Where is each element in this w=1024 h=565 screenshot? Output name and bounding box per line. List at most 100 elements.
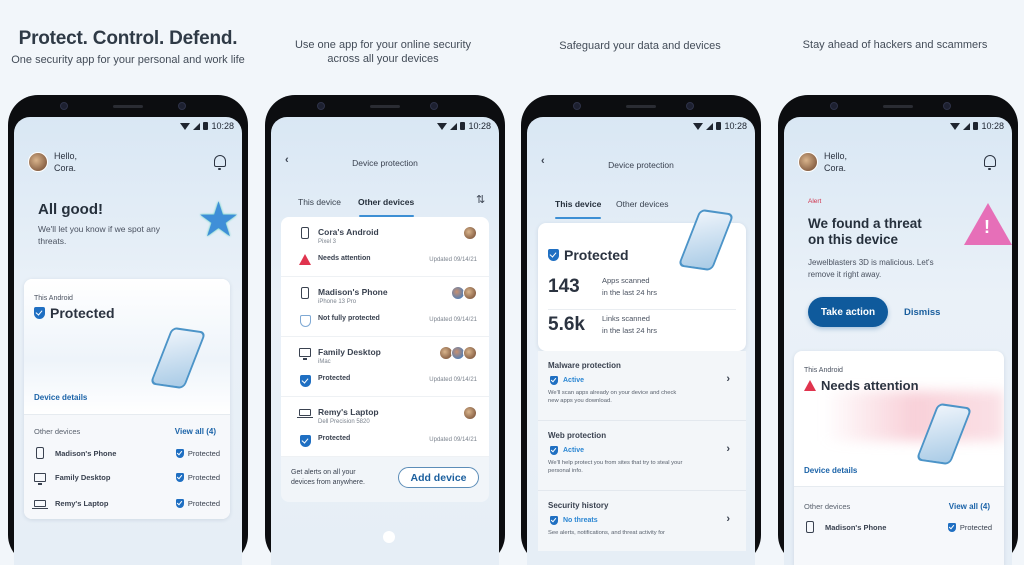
shield-check-icon [175,499,184,508]
speaker [883,105,913,108]
sensor [178,102,186,110]
member-avatar [463,286,477,300]
device-label: This Android [34,295,73,302]
device-status: Needs attention [318,255,371,262]
device-status: Protected [187,473,220,482]
desktop-icon [34,473,46,485]
avatar[interactable] [28,152,48,172]
hero-title: All good! [38,201,103,218]
shield-check-icon [548,249,559,261]
feature-description: We'll help protect you from sites that t… [548,460,683,474]
tab-other-devices[interactable]: Other devices [616,199,668,209]
feature-row[interactable]: Web protection Active We'll help protect… [538,421,746,491]
chevron-right-icon[interactable]: › [726,513,730,525]
alerts-footer-text: Get alerts on all your devices from anyw… [291,469,365,486]
shield-check-icon [34,307,45,319]
shield-check-icon [550,446,558,455]
tab-this-device[interactable]: This device [555,199,601,209]
member-avatar [463,226,477,240]
caption-subtitle: One security app for your personal and w… [11,54,245,66]
chevron-right-icon[interactable]: › [726,443,730,455]
device-status: Protected [187,448,220,458]
sort-icon[interactable]: ⇅ [476,193,485,206]
notifications-bell-icon[interactable] [984,155,996,170]
screen-home: 10:28 Hello, Cora. All good! We'll let y… [14,117,242,565]
stat-sublabel: in the last 24 hrs [602,326,658,335]
caption-2: Use one app for your online security acr… [288,38,478,66]
status-bar: 10:28 [693,121,747,131]
caption-3: Safeguard your data and devices [540,39,740,53]
phone-frame-1: 10:28 Hello, Cora. All good! We'll let y… [8,95,248,565]
alert-title-line-1: We found a threat [808,216,922,231]
alert-text: Jewelblasters 3D is malicious. Let's rem… [808,258,934,279]
feature-status: Active [563,377,585,384]
user-greeting[interactable]: Hello, Cora. [798,150,847,174]
user-greeting[interactable]: Hello, Cora. [28,150,77,174]
status-time: 10:28 [981,121,1004,131]
shield-check-icon [550,376,558,385]
feature-description: We'll scan apps already on your device a… [548,390,677,404]
stat-label: Apps scanned [602,276,650,285]
avatar[interactable] [798,152,818,172]
device-row[interactable]: Madison's Phone iPhone 13 Pro Not fully … [281,277,489,337]
feature-row[interactable]: Security history No threats See alerts, … [538,491,746,551]
status-bar: 10:28 [180,121,234,131]
star-illustration-icon: ★ [197,194,241,247]
other-device-row[interactable]: Madison's Phone Protected [806,521,992,533]
sensor [943,102,951,110]
other-device-row[interactable]: Family Desktop Protected [34,473,220,485]
home-indicator-icon[interactable] [383,531,395,543]
status-time: 10:28 [468,121,491,131]
take-action-button[interactable]: Take action [808,297,888,327]
caption-subtitle: Stay ahead of hackers and scammers [802,39,988,51]
other-device-row[interactable]: Madison's Phone Protected [36,447,220,459]
laptop-icon [297,409,313,418]
alert-title-line-2: on this device [808,232,899,247]
phone-icon [36,447,44,459]
sensor [430,102,438,110]
shield-check-icon [175,473,184,482]
stat-sublabel: in the last 24 hrs [602,288,658,297]
device-details-link[interactable]: Device details [804,466,857,475]
status-bar: 10:28 [950,121,1004,131]
phone-frame-3: 10:28 ‹ Device protection This device Ot… [521,95,761,565]
sensor [686,102,694,110]
device-row[interactable]: Cora's Android Pixel 3 Needs attention U… [281,217,489,277]
device-status: Needs attention [821,378,919,393]
view-all-link[interactable]: View all (4) [175,427,216,436]
feature-row[interactable]: Malware protection Active We'll scan app… [538,351,746,421]
device-model: Dell Precision 5820 [318,419,370,425]
tab-other-devices[interactable]: Other devices [358,197,414,207]
updated-date: Updated 09/14/21 [429,257,477,263]
other-device-row[interactable]: Remy's Laptop Protected [32,499,220,509]
chevron-right-icon[interactable]: › [726,373,730,385]
front-camera [830,102,838,110]
device-row[interactable]: Family Desktop iMac Protected Updated 09… [281,337,489,397]
this-device-card: This Android Protected Device details Ot… [24,279,230,519]
front-camera [573,102,581,110]
active-tab-indicator [555,217,601,219]
hero-text: We'll let you know if we spot any threat… [38,224,160,246]
status-time: 10:28 [211,121,234,131]
add-device-button[interactable]: Add device [398,467,479,488]
dismiss-button[interactable]: Dismiss [904,307,940,318]
phone-illustration [677,208,735,272]
front-camera [317,102,325,110]
device-label: This Android [804,367,843,374]
signal-icon [963,122,971,130]
device-model: Pixel 3 [318,239,337,245]
device-name: Cora's Android [318,227,379,237]
device-row[interactable]: Remy's Laptop Dell Precision 5820 Protec… [281,397,489,457]
device-status: Protected [187,499,220,508]
caption-title: Protect. Control. Defend. [18,28,238,49]
view-all-link[interactable]: View all (4) [949,502,990,511]
tab-this-device[interactable]: This device [298,197,341,207]
wifi-icon [950,122,961,130]
phone-frame-2: 10:28 ‹ Device protection This device Ot… [265,95,505,565]
device-details-link[interactable]: Device details [34,393,87,402]
stat-row: 143 Apps scanned in the last 24 hrs [548,275,657,299]
feature-status: Active [563,447,585,454]
phone-icon [806,521,814,533]
notifications-bell-icon[interactable] [214,155,226,170]
greeting-text: Hello, [54,151,78,161]
